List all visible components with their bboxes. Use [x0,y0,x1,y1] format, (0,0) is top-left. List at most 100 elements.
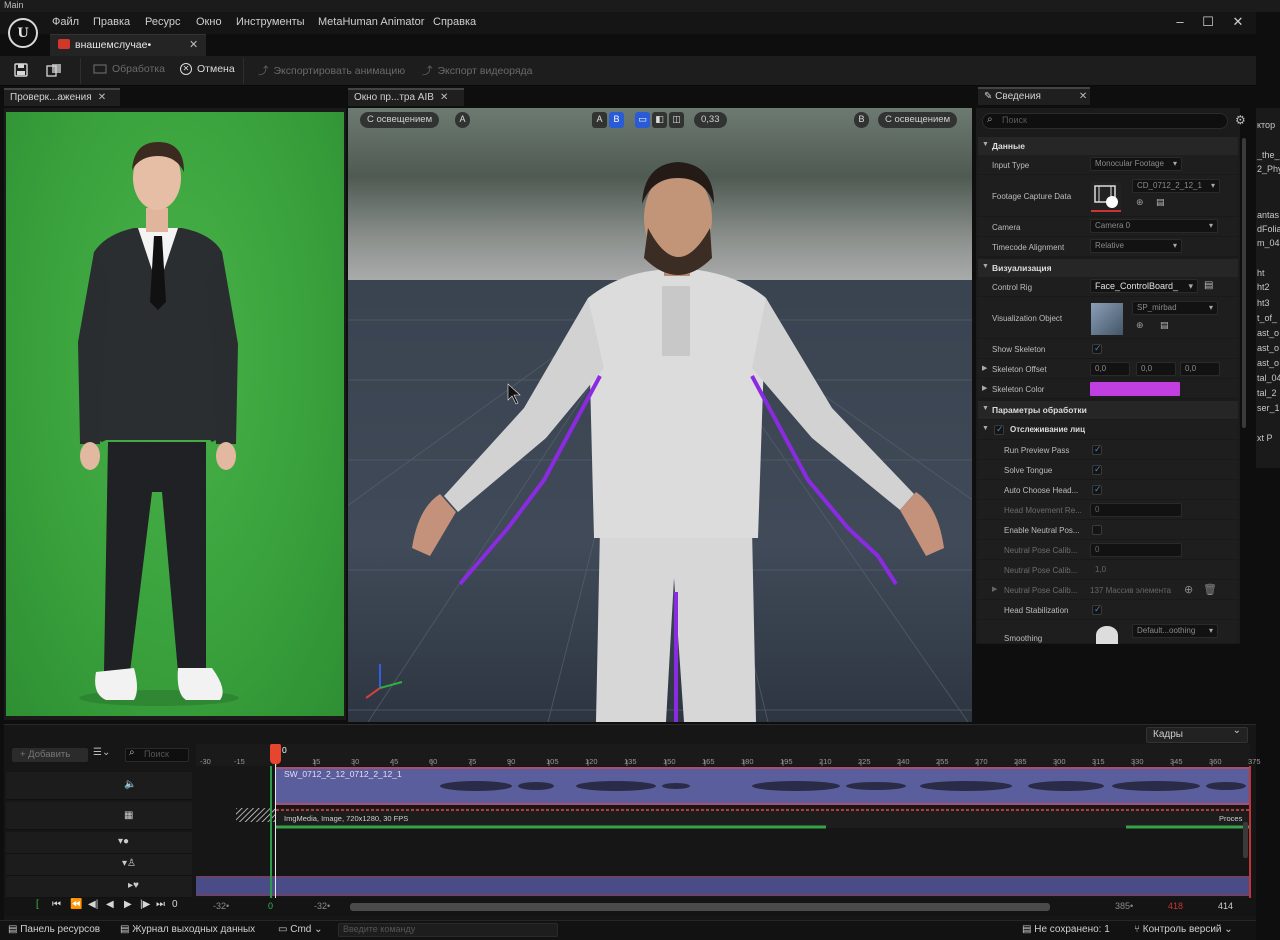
cmd-select[interactable]: ▭ Cmd ⌄ [278,924,323,935]
close-icon[interactable]: ✕ [440,92,448,103]
save-icon[interactable] [14,63,28,80]
sequencer-scrollbar[interactable] [1243,822,1248,858]
timecode-select[interactable]: Relative [1090,239,1182,253]
browse-folder-icon[interactable]: ▤ [1160,320,1169,331]
expand-arrow-icon[interactable]: ▶ [982,364,987,372]
menu-metahuman-animator[interactable]: MetaHuman Animator [318,16,424,28]
view-range-end[interactable]: 414 [1218,901,1233,911]
face-tracking-checkbox[interactable] [994,424,1004,435]
close-icon[interactable]: ✕ [98,92,106,103]
tab-viewport[interactable]: Окно пр...тра AIB ✕ [348,88,464,106]
menu-file[interactable]: Файл [52,16,79,28]
current-frame-value[interactable]: 0 [172,899,178,910]
playback-end[interactable]: 418 [1168,901,1183,911]
version-control-button[interactable]: ⑂ Контроль версий ⌄ [1134,924,1233,935]
audio-track-section[interactable] [276,767,1250,805]
outliner-item[interactable]: tal_2 [1257,388,1277,398]
step-back-frame-icon[interactable]: ◀| [88,899,98,910]
auto-choose-head-checkbox[interactable] [1092,484,1102,495]
camera-select[interactable]: Camera 0 [1090,219,1218,233]
single-view-icon[interactable]: ▭ [635,112,650,128]
browse-folder-icon[interactable]: ▤ [1204,280,1213,291]
outliner-item[interactable]: t_of_ [1257,313,1277,323]
outliner-item[interactable]: 2_Phy [1257,164,1280,174]
outliner-item[interactable]: ast_o [1257,358,1279,368]
dual-view-icon[interactable]: ◫ [669,112,684,128]
footage-capture-select[interactable]: CD_0712_2_12_1 [1132,179,1220,193]
browse-folder-icon[interactable]: ▤ [1156,197,1165,208]
menu-tools[interactable]: Инструменты [236,16,305,28]
outliner-item[interactable]: ht2 [1257,282,1270,292]
enable-neutral-checkbox[interactable] [1092,525,1102,535]
close-icon[interactable]: ✕ [1079,91,1087,102]
collapse-arrow-icon[interactable]: ▼ [982,425,989,432]
neutral-pose-2-input[interactable]: 1,0 [1090,563,1182,577]
track-row-controlrig[interactable] [6,876,192,898]
footage-thumbnail-icon[interactable] [1091,182,1121,212]
playhead-handle[interactable] [270,744,281,764]
working-range-end[interactable]: 385• [1115,901,1133,911]
toggle-view-a[interactable]: A [592,112,607,128]
minimize-icon[interactable]: – [1170,14,1190,29]
green-screen-video[interactable] [6,112,344,716]
smoothing-thumbnail-icon[interactable] [1096,626,1118,644]
menu-window[interactable]: Окно [196,16,222,28]
outliner-item[interactable]: m_04 [1257,238,1280,248]
visualization-object-select[interactable]: SP_mirbad [1132,301,1218,315]
expand-arrow-icon[interactable]: ▶ [992,585,997,593]
cancel-button[interactable]: ✕ Отмена [180,63,235,75]
gear-icon[interactable]: ⚙ [1235,113,1246,127]
add-element-icon[interactable]: ⊕ [1184,583,1193,596]
working-range-start[interactable]: -32• [314,901,330,911]
show-skeleton-checkbox[interactable] [1092,343,1102,354]
menu-help[interactable]: Справка [433,16,476,28]
lighting-mode-left[interactable]: С освещением [360,112,440,128]
view-range-start[interactable]: -32• [213,901,229,911]
details-scrollbar[interactable] [1242,138,1246,428]
head-movement-input[interactable]: 0 [1090,503,1182,517]
toggle-view-b[interactable]: B [609,112,624,128]
animation-track-section[interactable] [196,876,1250,896]
jump-to-end-icon[interactable]: ⏭ [156,899,165,910]
jump-to-start-icon[interactable]: ⏮ [52,899,61,910]
blend-opacity-control[interactable]: 0,33 [694,112,727,128]
skeleton-color-swatch[interactable] [1090,382,1180,396]
unreal-logo-icon[interactable]: U [8,18,38,48]
track-row-image[interactable] [6,802,192,830]
expand-arrow-icon[interactable]: ▶ [982,384,987,392]
outliner-item[interactable]: dFolia [1257,224,1280,234]
section-visualization[interactable]: ▼ Визуализация [978,259,1238,277]
outliner-item[interactable]: tal_04 [1257,373,1280,383]
view-a-indicator[interactable]: A [455,112,470,128]
outliner-item[interactable]: _the_ [1257,150,1280,160]
visualization-thumbnail-icon[interactable] [1091,303,1123,335]
skeleton-offset-z[interactable]: 0,0 [1180,362,1220,376]
console-command-input[interactable]: Введите команду [338,923,558,937]
track-row-group[interactable] [6,832,192,854]
output-log-button[interactable]: ▤ Журнал выходных данных [120,924,255,935]
play-icon[interactable]: ▶ [124,899,132,910]
outliner-item[interactable]: antas [1257,210,1279,220]
tab-footage-preview[interactable]: Проверк...ажения ✕ [4,88,120,106]
use-selected-icon[interactable]: ⊕ [1136,320,1144,331]
use-selected-icon[interactable]: ⊕ [1136,197,1144,208]
playback-range-start[interactable] [270,766,272,898]
close-window-icon[interactable]: ✕ [1228,14,1248,30]
close-tab-icon[interactable]: ✕ [189,38,198,51]
smoothing-select[interactable]: Default...oothing [1132,624,1218,638]
outliner-item[interactable]: ast_o [1257,328,1279,338]
export-video-button[interactable]: ⤴ Экспорт видеоряда [422,63,533,78]
timeline-horizontal-scrollbar[interactable] [350,903,1050,911]
browse-asset-icon[interactable] [46,63,62,80]
animation-viewport[interactable]: С освещением A A B ▭ ◧ ◫ 0,33 B С освеще… [348,108,972,722]
add-track-button[interactable]: + Добавить [12,748,88,762]
play-reverse-icon[interactable]: ◀ [106,899,114,910]
section-data[interactable]: ▼ Данные [978,137,1238,155]
playback-range-end[interactable] [1249,766,1251,898]
playback-start[interactable]: 0 [268,901,273,911]
maximize-icon[interactable]: ☐ [1198,14,1218,30]
neutral-pose-1-input[interactable]: 0 [1090,543,1182,557]
input-type-select[interactable]: Monocular Footage [1090,157,1182,171]
outliner-item[interactable]: ht [1257,268,1265,278]
step-back-key-icon[interactable]: ⏪ [70,899,82,910]
